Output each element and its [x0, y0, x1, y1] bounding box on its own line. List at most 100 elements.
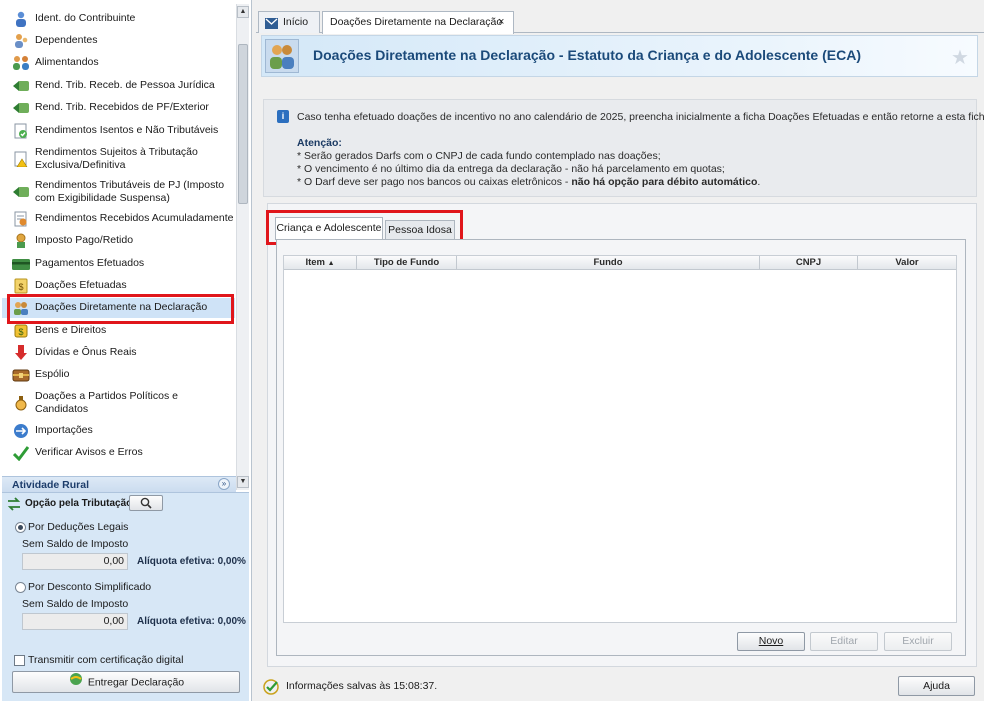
money-in-icon: [12, 77, 30, 95]
sidebar-item-rendimentos-pj-exigibilidade[interactable]: Rendimentos Tributáveis de PJ (Imposto co…: [2, 177, 235, 207]
exempt-doc-icon: [12, 122, 30, 140]
sidebar-item-pagamentos-efetuados[interactable]: Pagamentos Efetuados: [2, 254, 235, 274]
form-list: Ident. do Contribuinte Dependentes Alime…: [2, 4, 235, 474]
favorite-star-icon[interactable]: ★: [951, 45, 969, 70]
sidebar-item-label: Pagamentos Efetuados: [35, 257, 145, 269]
scroll-down-icon[interactable]: ▼: [237, 476, 249, 488]
search-button[interactable]: [129, 495, 163, 511]
sidebar-item-doacoes-partidos[interactable]: Doações a Partidos Políticos e Candidatos: [2, 388, 235, 418]
excluir-button[interactable]: Excluir: [884, 632, 952, 651]
sidebar-item-rendimentos-sujeitos[interactable]: Rendimentos Sujeitos à Tributação Exclusi…: [2, 144, 235, 174]
navigation-pane: Ident. do Contribuinte Dependentes Alime…: [0, 0, 252, 701]
column-header-tipo-fundo[interactable]: Tipo de Fundo: [357, 256, 457, 270]
close-tab-icon[interactable]: ×: [498, 12, 504, 32]
deducoes-radio[interactable]: [15, 522, 26, 533]
column-header-item[interactable]: Item ▲: [284, 256, 357, 270]
money-in-icon: [12, 183, 30, 201]
simplificado-value-field: 0,00: [22, 613, 128, 630]
bag-icon: [12, 394, 30, 412]
deliver-globe-icon: [68, 672, 84, 693]
import-icon: [12, 422, 30, 440]
card-icon: [12, 255, 30, 273]
coins-icon: [12, 232, 30, 250]
certificacao-label: Transmitir com certificação digital: [28, 654, 184, 666]
sidebar-item-label: Espólio: [35, 368, 70, 380]
sidebar-item-doacoes-efetuadas[interactable]: $ Doações Efetuadas: [2, 276, 235, 296]
attention-item-1: * Serão gerados Darfs com o CNPJ de cada…: [297, 150, 661, 162]
highlight-box-nav: [7, 294, 234, 324]
svg-text:$: $: [18, 327, 23, 337]
sidebar-item-rendimentos-acumuladamente[interactable]: Rendimentos Recebidos Acumuladamente: [2, 209, 235, 229]
sidebar-item-rendimentos-isentos[interactable]: Rendimentos Isentos e Não Tributáveis: [2, 121, 235, 141]
tab-inicio[interactable]: Início: [258, 11, 320, 33]
certificacao-checkbox[interactable]: [14, 655, 25, 666]
info-icon: i: [277, 110, 289, 123]
sidebar-item-label: Rendimentos Recebidos Acumuladamente: [35, 212, 234, 224]
donation-icon: $: [12, 277, 30, 295]
sidebar-item-label: Verificar Avisos e Erros: [35, 446, 143, 458]
column-header-cnpj[interactable]: CNPJ: [760, 256, 858, 270]
status-text: Informações salvas às 15:08:37.: [286, 680, 438, 692]
scroll-thumb[interactable]: [238, 44, 248, 204]
sidebar-item-espolio[interactable]: Espólio: [2, 365, 235, 385]
column-header-valor[interactable]: Valor: [858, 256, 956, 270]
sidebar-item-imposto-pago[interactable]: Imposto Pago/Retido: [2, 231, 235, 251]
scroll-up-icon[interactable]: ▲: [237, 6, 249, 18]
expand-chevron-icon[interactable]: »: [218, 478, 230, 490]
deducoes-label: Por Deduções Legais: [28, 521, 129, 533]
sidebar-item-bens-direitos[interactable]: $ Bens e Direitos: [2, 321, 235, 341]
deducoes-value-field: 0,00: [22, 553, 128, 570]
column-header-fundo[interactable]: Fundo: [457, 256, 760, 270]
simplificado-aliquota: Alíquota efetiva: 0,00%: [137, 616, 246, 627]
document-icon: [12, 210, 30, 228]
info-text: Caso tenha efetuado doações de incentivo…: [297, 111, 984, 123]
sidebar-item-dependentes[interactable]: Dependentes: [2, 31, 235, 51]
warning-doc-icon: [12, 150, 30, 168]
status-bar: Informações salvas às 15:08:37. Ajuda: [256, 673, 984, 701]
deducoes-saldo: Sem Saldo de Imposto: [22, 538, 129, 550]
people-icon: [265, 39, 299, 73]
sidebar-item-label: Imposto Pago/Retido: [35, 234, 134, 246]
sidebar-item-ident-contribuinte[interactable]: Ident. do Contribuinte: [2, 9, 235, 29]
document-tabbar: Início Doações Diretamente na Declaração…: [256, 11, 984, 34]
attention-label: Atenção:: [297, 137, 342, 149]
assets-icon: $: [12, 322, 30, 340]
sidebar-item-alimentandos[interactable]: Alimentandos: [2, 53, 235, 73]
sidebar-item-label: Dívidas e Ônus Reais: [35, 346, 137, 358]
sidebar-item-importacoes[interactable]: Importações: [2, 421, 235, 441]
sidebar-item-label: Dependentes: [35, 34, 98, 46]
page-title: Doações Diretamente na Declaração - Esta…: [313, 47, 861, 63]
simplificado-saldo: Sem Saldo de Imposto: [22, 598, 129, 610]
search-icon: [140, 497, 152, 512]
sidebar-item-dividas-onus[interactable]: Dívidas e Ônus Reais: [2, 343, 235, 363]
simplificado-radio[interactable]: [15, 582, 26, 593]
info-box: i Caso tenha efetuado doações de incenti…: [263, 99, 984, 197]
sidebar-item-verificar-avisos[interactable]: Verificar Avisos e Erros: [2, 443, 235, 463]
sidebar-item-label: Bens e Direitos: [35, 324, 107, 336]
sidebar-item-label: Rend. Trib. Receb. de Pessoa Jurídica: [35, 79, 215, 91]
chest-icon: [12, 366, 30, 384]
editar-button[interactable]: Editar: [810, 632, 878, 651]
sidebar-item-label: Alimentandos: [35, 56, 99, 68]
attention-item-3: * O Darf deve ser pago nos bancos ou cai…: [297, 176, 761, 188]
deducoes-aliquota: Alíquota efetiva: 0,00%: [137, 556, 246, 567]
family-icon: [12, 54, 30, 72]
sidebar-item-label: Rend. Trib. Recebidos de PF/Exterior: [35, 101, 209, 113]
atividade-rural-bar[interactable]: Atividade Rural »: [2, 476, 236, 492]
doacoes-table[interactable]: Item ▲ Tipo de Fundo Fundo CNPJ Valor: [283, 255, 957, 623]
sidebar-item-label: Doações a Partidos Políticos e Candidatos: [35, 390, 178, 415]
sidebar-item-rend-trib-pf-exterior[interactable]: Rend. Trib. Recebidos de PF/Exterior: [2, 98, 235, 118]
debt-arrow-icon: [12, 344, 30, 362]
nav-scrollbar[interactable]: ▲ ▼: [236, 4, 249, 490]
entregar-declaracao-button[interactable]: Entregar Declaração: [12, 671, 240, 693]
opcao-tributacao-label: Opção pela Tributação:: [25, 498, 136, 509]
sort-ascending-icon: ▲: [327, 260, 335, 267]
check-icon: [12, 444, 30, 462]
person-icon: [12, 10, 30, 28]
ajuda-button[interactable]: Ajuda: [898, 676, 975, 696]
sidebar-item-rend-trib-pj[interactable]: Rend. Trib. Receb. de Pessoa Jurídica: [2, 76, 235, 96]
sidebar-item-label: Rendimentos Sujeitos à Tributação Exclusi…: [35, 146, 198, 171]
tab-doacoes-diretamente[interactable]: Doações Diretamente na Declaração ×: [322, 11, 514, 34]
home-icon: [265, 16, 278, 36]
novo-button[interactable]: Novo: [737, 632, 805, 651]
